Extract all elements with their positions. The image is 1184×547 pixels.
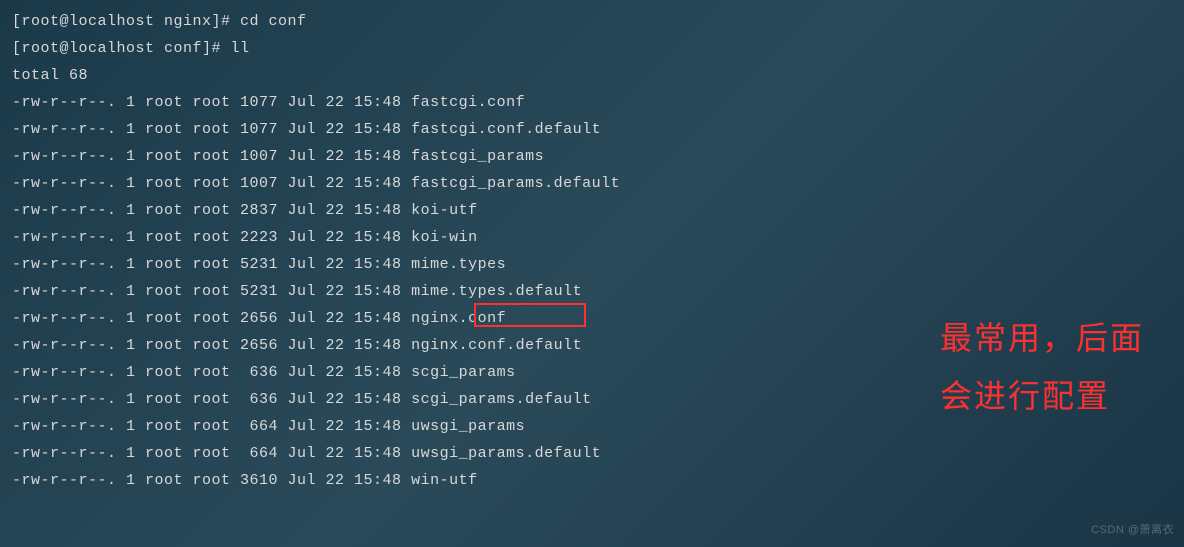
file-perms: -rw-r--r--. 1 root root 2837 Jul 22 15:4… [12, 202, 411, 219]
file-name: mime.types [411, 256, 506, 273]
command-2: ll [231, 40, 250, 57]
file-entry: -rw-r--r--. 1 root root 5231 Jul 22 15:4… [12, 251, 1172, 278]
file-list: -rw-r--r--. 1 root root 1077 Jul 22 15:4… [12, 89, 1172, 494]
file-name: uwsgi_params.default [411, 445, 601, 462]
file-entry: -rw-r--r--. 1 root root 3610 Jul 22 15:4… [12, 467, 1172, 494]
prompt-1: [root@localhost nginx]# [12, 13, 240, 30]
file-perms: -rw-r--r--. 1 root root 636 Jul 22 15:48 [12, 364, 411, 381]
prompt-2: [root@localhost conf]# [12, 40, 231, 57]
file-perms: -rw-r--r--. 1 root root 5231 Jul 22 15:4… [12, 283, 411, 300]
file-name: fastcgi_params [411, 148, 544, 165]
file-perms: -rw-r--r--. 1 root root 636 Jul 22 15:48 [12, 391, 411, 408]
command-1: cd conf [240, 13, 307, 30]
annotation-line-2: 会进行配置 [940, 368, 1144, 426]
annotation-line-1: 最常用，后面 [940, 310, 1144, 368]
file-perms: -rw-r--r--. 1 root root 1007 Jul 22 15:4… [12, 175, 411, 192]
file-perms: -rw-r--r--. 1 root root 1077 Jul 22 15:4… [12, 121, 411, 138]
file-name: fastcgi.conf.default [411, 121, 601, 138]
file-perms: -rw-r--r--. 1 root root 664 Jul 22 15:48 [12, 418, 411, 435]
file-entry: -rw-r--r--. 1 root root 5231 Jul 22 15:4… [12, 278, 1172, 305]
file-name: win-utf [411, 472, 478, 489]
command-line-1: [root@localhost nginx]# cd conf [12, 8, 1172, 35]
file-entry: -rw-r--r--. 1 root root 2837 Jul 22 15:4… [12, 197, 1172, 224]
file-name: koi-win [411, 229, 478, 246]
file-entry: -rw-r--r--. 1 root root 1007 Jul 22 15:4… [12, 143, 1172, 170]
file-perms: -rw-r--r--. 1 root root 2656 Jul 22 15:4… [12, 310, 411, 327]
file-name: nginx.conf.default [411, 337, 582, 354]
file-perms: -rw-r--r--. 1 root root 664 Jul 22 15:48 [12, 445, 411, 462]
file-name: mime.types.default [411, 283, 582, 300]
file-name: scgi_params.default [411, 391, 592, 408]
file-entry: -rw-r--r--. 1 root root 2223 Jul 22 15:4… [12, 224, 1172, 251]
file-name: nginx.conf [411, 310, 506, 327]
file-perms: -rw-r--r--. 1 root root 1077 Jul 22 15:4… [12, 94, 411, 111]
file-entry: -rw-r--r--. 1 root root 1007 Jul 22 15:4… [12, 170, 1172, 197]
file-entry: -rw-r--r--. 1 root root 664 Jul 22 15:48… [12, 440, 1172, 467]
annotation-text: 最常用，后面 会进行配置 [940, 310, 1144, 425]
file-name: koi-utf [411, 202, 478, 219]
file-perms: -rw-r--r--. 1 root root 3610 Jul 22 15:4… [12, 472, 411, 489]
file-perms: -rw-r--r--. 1 root root 2223 Jul 22 15:4… [12, 229, 411, 246]
file-perms: -rw-r--r--. 1 root root 5231 Jul 22 15:4… [12, 256, 411, 273]
file-name: fastcgi.conf [411, 94, 525, 111]
file-entry: -rw-r--r--. 1 root root 1077 Jul 22 15:4… [12, 116, 1172, 143]
file-perms: -rw-r--r--. 1 root root 1007 Jul 22 15:4… [12, 148, 411, 165]
total-line: total 68 [12, 62, 1172, 89]
file-name: fastcgi_params.default [411, 175, 620, 192]
command-line-2: [root@localhost conf]# ll [12, 35, 1172, 62]
file-entry: -rw-r--r--. 1 root root 1077 Jul 22 15:4… [12, 89, 1172, 116]
file-name: scgi_params [411, 364, 516, 381]
watermark: CSDN @萧离衣 [1091, 521, 1174, 541]
file-perms: -rw-r--r--. 1 root root 2656 Jul 22 15:4… [12, 337, 411, 354]
file-name: uwsgi_params [411, 418, 525, 435]
